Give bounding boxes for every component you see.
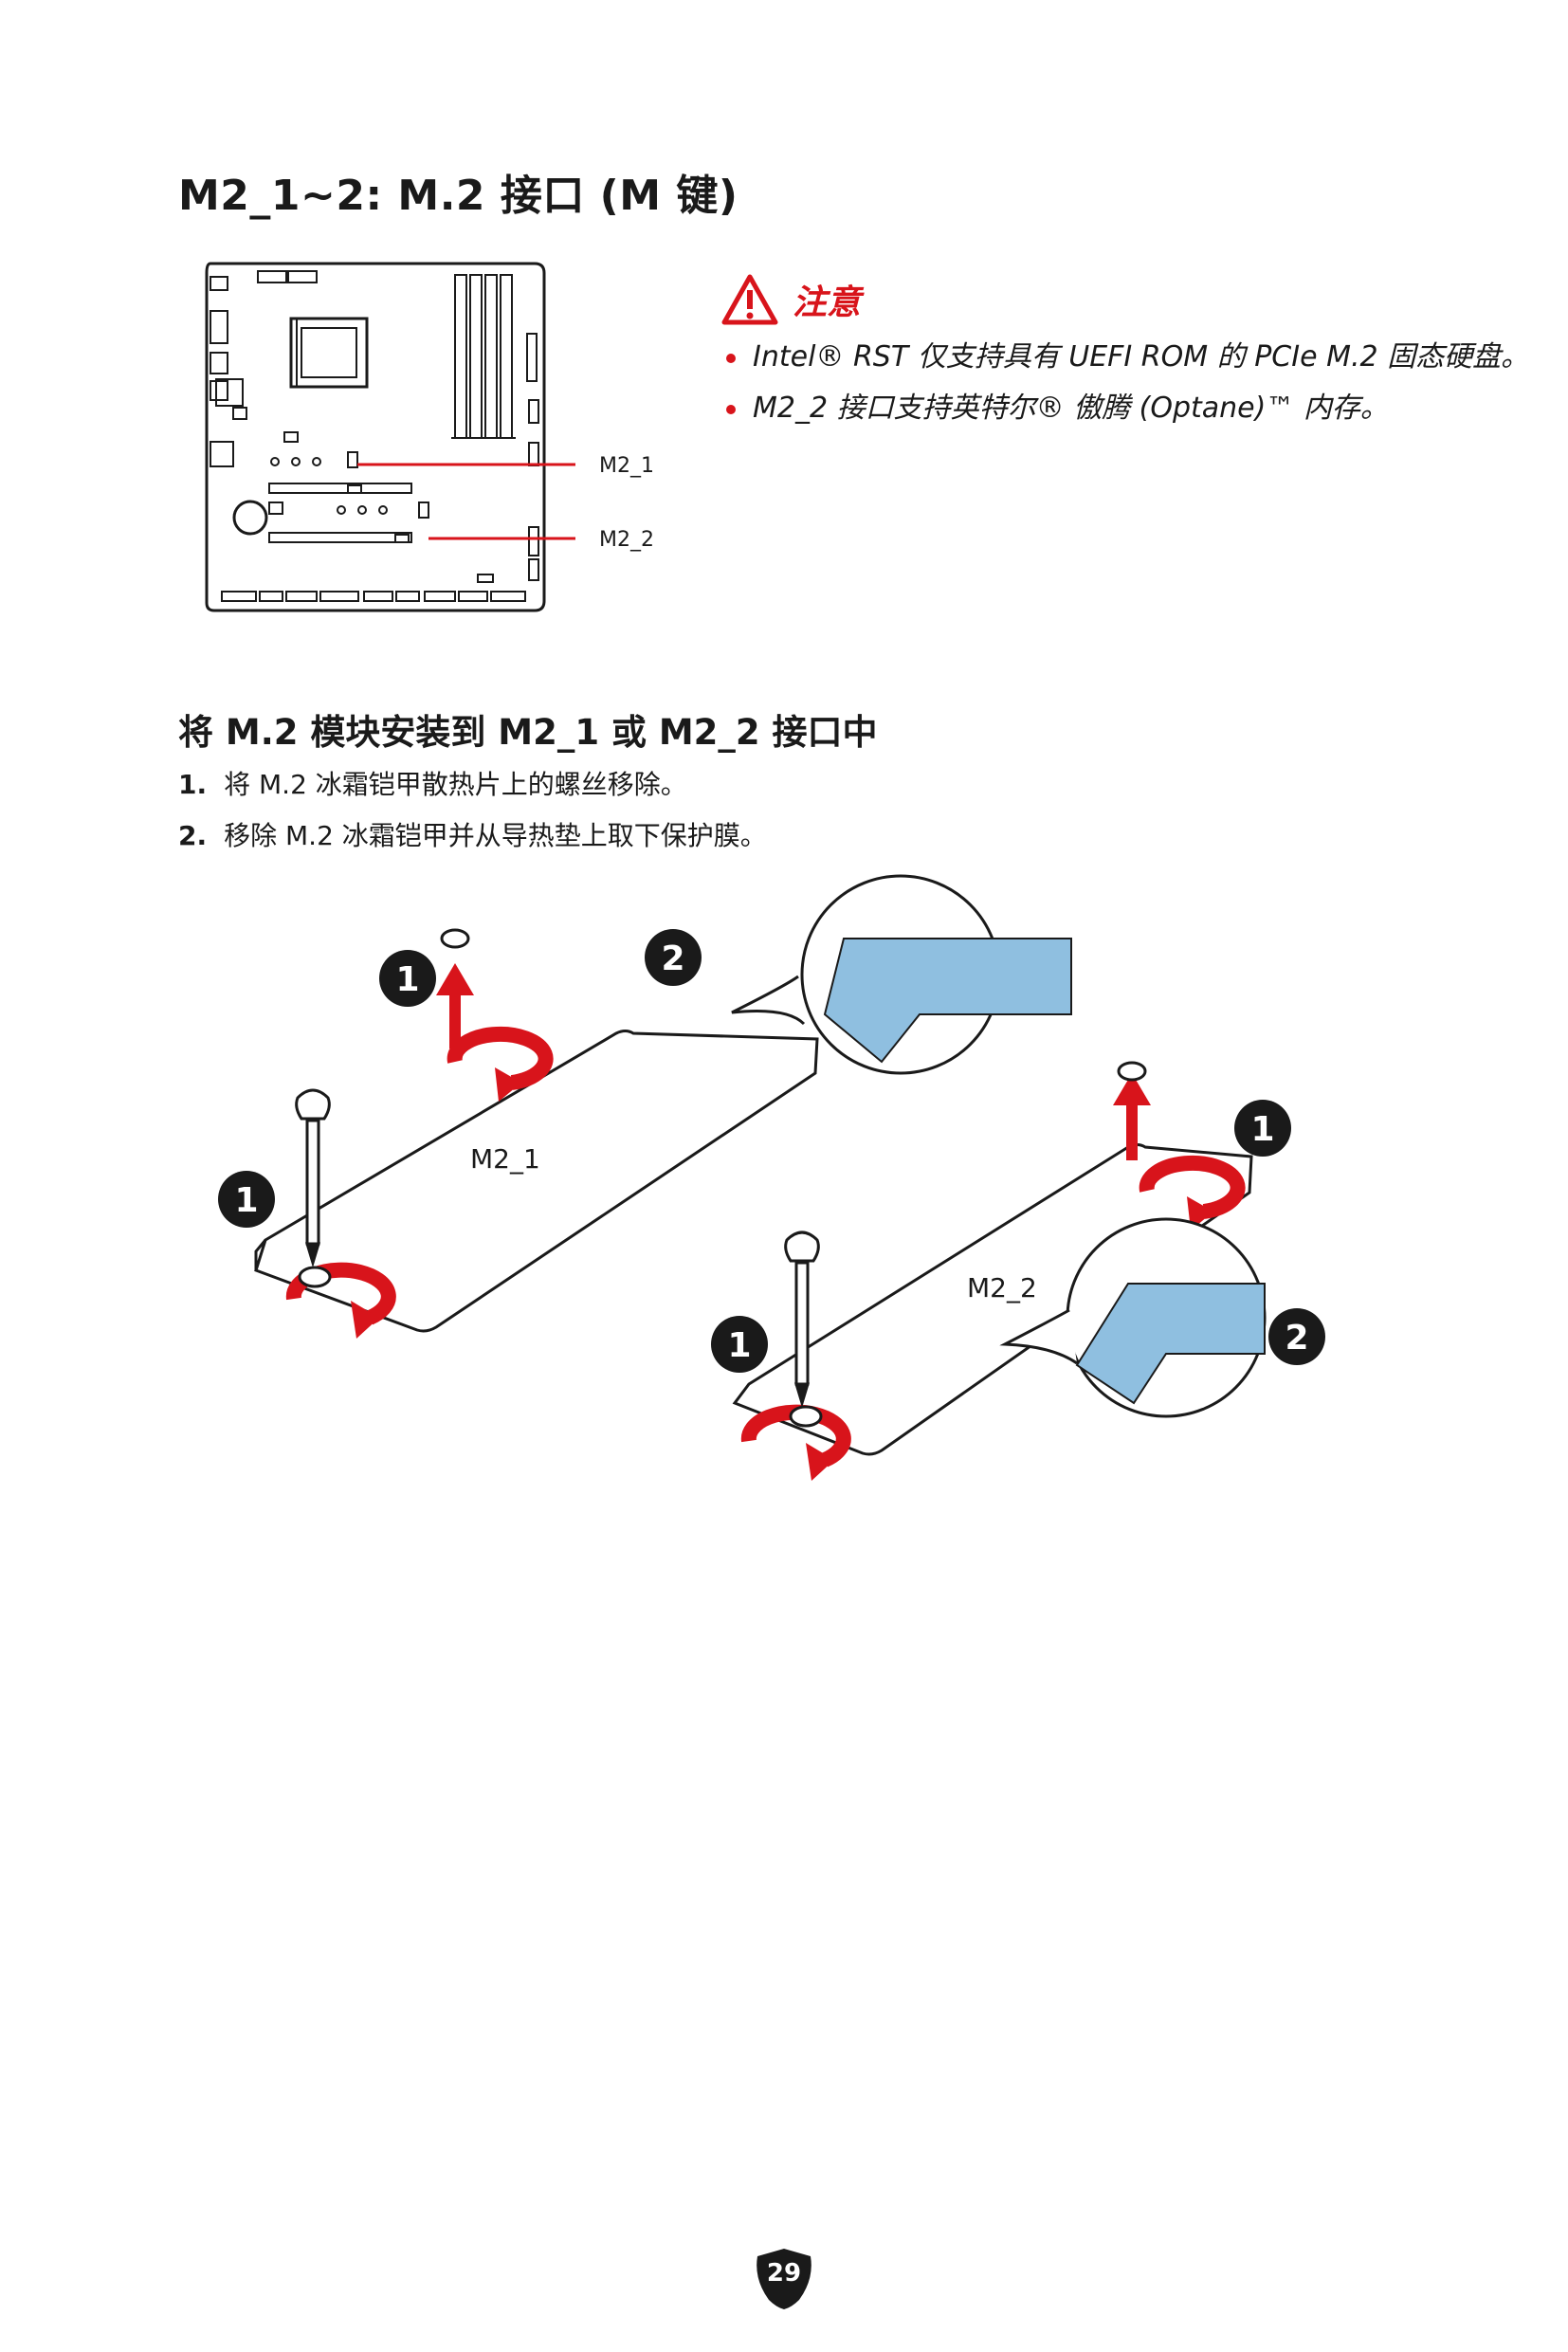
page-title: M2_1~2: M.2 接口 (M 键) [178,172,738,220]
plate-1-label: M2_1 [470,1143,540,1175]
caution-title: 注意 [793,283,862,322]
callout-badge: 1 [1234,1100,1291,1157]
m2-2-label: M2_2 [599,528,654,552]
installation-illustration: M2_1 M2_2 2 1 1 1 1 2 [218,872,1394,1559]
step-item: 1. 将 M.2 冰霜铠甲散热片上的螺丝移除。 [178,769,687,800]
motherboard-diagram: M2_1 M2_2 [201,258,694,622]
callout-badge: 2 [645,929,702,986]
svg-text:1: 1 [727,1326,751,1365]
callout-badge: 1 [711,1316,768,1373]
step-item: 2. 移除 M.2 冰霜铠甲并从导热垫上取下保护膜。 [178,820,767,851]
svg-text:1: 1 [234,1181,258,1220]
m2-1-label: M2_1 [599,454,654,478]
warning-icon [721,274,778,325]
section-title: 将 M.2 模块安装到 M2_1 或 M2_2 接口中 [178,712,878,753]
bullet-icon [726,354,736,363]
svg-text:2: 2 [661,939,684,978]
caution-note: M2_2 接口支持英特尔® 傲腾 (Optane)™ 内存。 [720,389,1536,428]
bullet-icon [726,405,736,414]
plate-2-label: M2_2 [967,1272,1037,1304]
svg-text:1: 1 [1250,1110,1274,1149]
page-number-badge: 29 [752,2247,816,2311]
page-number: 29 [766,2259,802,2288]
svg-text:2: 2 [1285,1319,1308,1358]
caution-note: Intel® RST 仅支持具有 UEFI ROM 的 PCIe M.2 固态硬… [720,337,1536,377]
callout-badge: 2 [1268,1308,1325,1365]
callout-badge: 1 [379,950,436,1007]
caution-box: 注意 Intel® RST 仅支持具有 UEFI ROM 的 PCIe M.2 … [720,273,1536,428]
callout-badge: 1 [218,1171,275,1228]
svg-text:1: 1 [395,960,419,999]
